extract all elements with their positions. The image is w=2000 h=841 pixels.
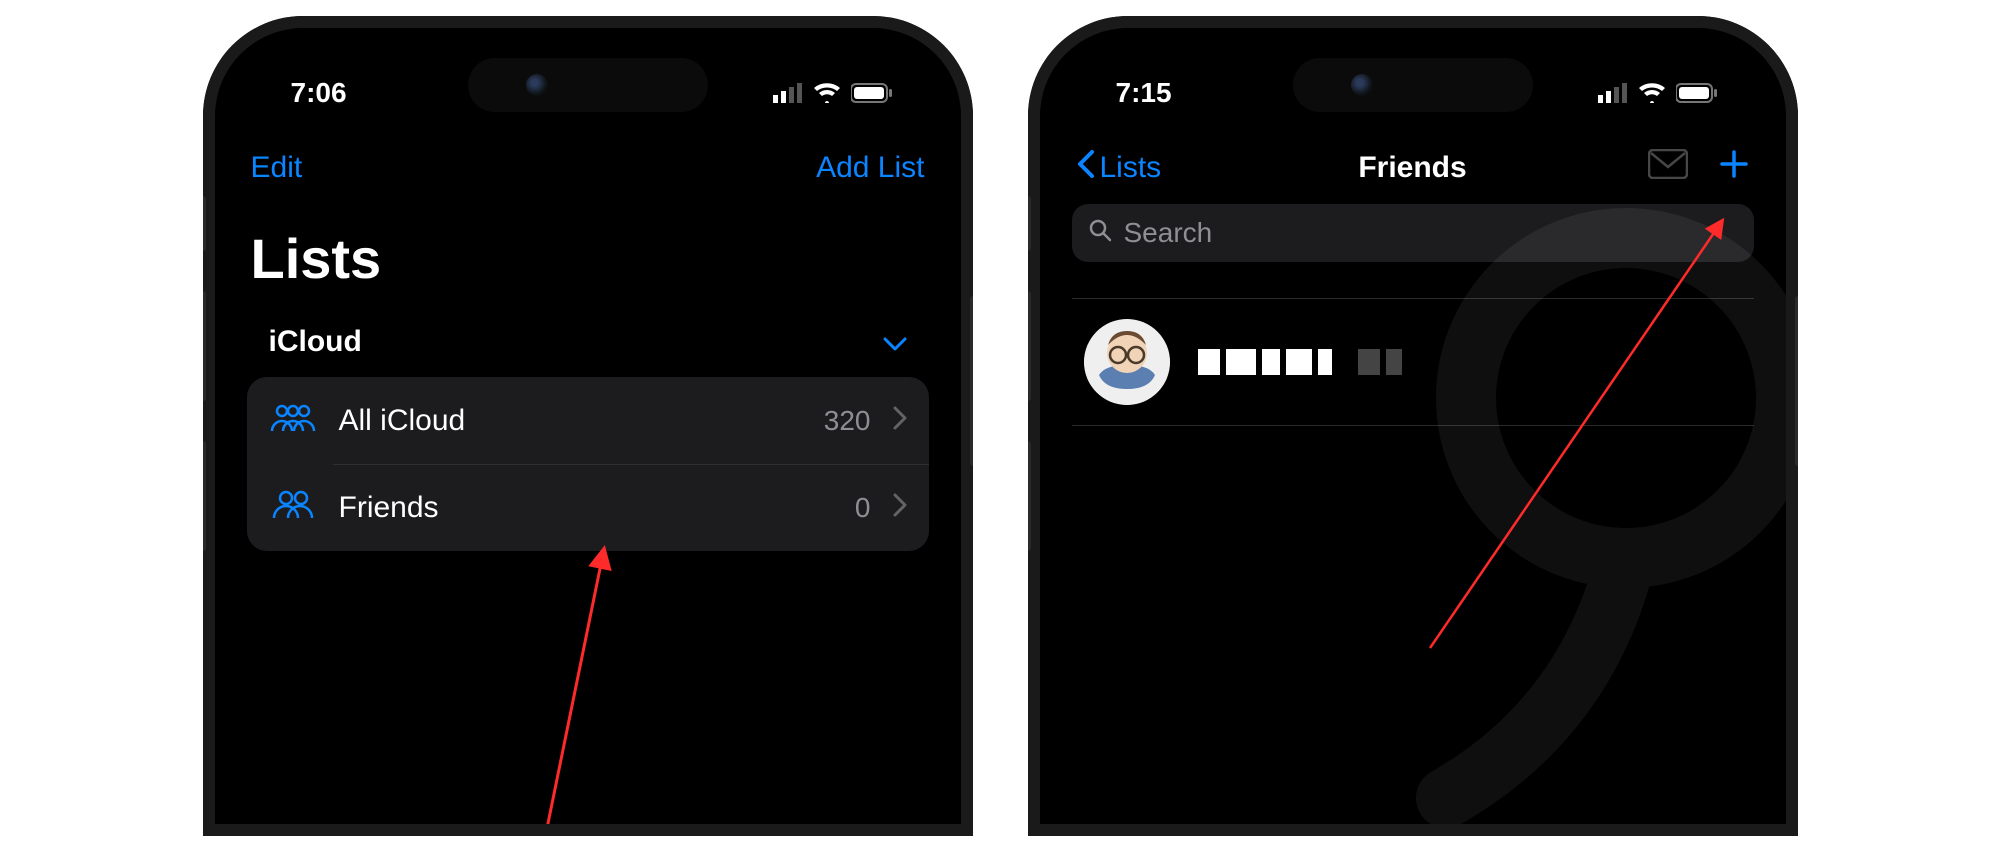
nav-bar: Edit Add List: [243, 138, 933, 198]
watermark-icon: [1346, 208, 1786, 824]
plus-icon: [1718, 148, 1750, 180]
chevron-right-icon: [893, 406, 907, 435]
list-row-friends[interactable]: Friends 0: [247, 464, 929, 551]
side-buttons-left: [203, 196, 206, 551]
section-title: iCloud: [269, 325, 362, 359]
list-row-all-icloud[interactable]: All iCloud 320: [247, 377, 929, 464]
mail-button[interactable]: [1648, 149, 1688, 187]
wifi-icon: [1638, 83, 1666, 103]
status-time: 7:06: [291, 77, 347, 109]
side-button-right: [1795, 296, 1798, 466]
chevron-right-icon: [893, 493, 907, 522]
add-list-button[interactable]: Add List: [816, 151, 924, 185]
screen-right: 7:15 Lists Friends: [1040, 28, 1786, 824]
envelope-icon: [1648, 149, 1688, 179]
back-label: Lists: [1100, 151, 1162, 185]
edit-button[interactable]: Edit: [251, 151, 303, 185]
side-buttons-left: [1028, 196, 1031, 551]
annotation-arrow-icon: [515, 518, 635, 824]
status-time: 7:15: [1116, 77, 1172, 109]
people-2-icon: [269, 488, 317, 527]
row-count: 0: [855, 492, 871, 524]
nav-bar: Lists Friends: [1068, 138, 1758, 198]
phone-frame-left: 7:06 Edit Add List Lists iCloud: [203, 16, 973, 836]
row-count: 320: [824, 405, 871, 437]
lists-card: All iCloud 320 Friends 0: [247, 377, 929, 551]
cellular-signal-icon: [773, 83, 803, 103]
dynamic-island: [468, 58, 708, 112]
screen-left: 7:06 Edit Add List Lists iCloud: [215, 28, 961, 824]
chevron-left-icon: [1076, 149, 1096, 187]
add-contact-button[interactable]: [1718, 148, 1750, 188]
people-3-icon: [269, 401, 317, 440]
row-label: All iCloud: [339, 404, 802, 438]
battery-icon: [1676, 83, 1718, 103]
section-header-icloud[interactable]: iCloud: [243, 319, 933, 377]
avatar: [1084, 319, 1170, 405]
camera-icon: [1351, 74, 1373, 96]
dynamic-island: [1293, 58, 1533, 112]
nav-title: Friends: [1358, 151, 1466, 185]
side-button-right: [970, 296, 973, 466]
wifi-icon: [813, 83, 841, 103]
battery-icon: [851, 83, 893, 103]
row-label: Friends: [339, 491, 833, 525]
back-button[interactable]: Lists: [1076, 149, 1162, 187]
cellular-signal-icon: [1598, 83, 1628, 103]
chevron-down-icon: [883, 325, 907, 359]
search-placeholder: Search: [1124, 217, 1213, 249]
search-icon: [1088, 217, 1112, 249]
camera-icon: [526, 74, 548, 96]
phone-frame-right: 7:15 Lists Friends: [1028, 16, 1798, 836]
page-title: Lists: [243, 198, 933, 319]
